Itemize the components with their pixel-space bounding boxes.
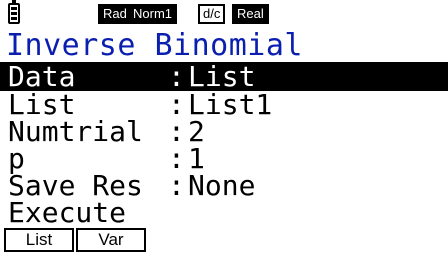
f1-list-button[interactable]: List [4,228,74,252]
setting-row-numtrial[interactable]: Numtrial : 2 [0,117,448,146]
function-key-bar: List Var [0,228,448,254]
calculator-screen: Rad Norm1 d/c Real Inverse Binomial Data… [0,0,448,259]
row-label: Execute [8,196,127,229]
battery-level-bar [11,17,17,20]
f2-var-button[interactable]: Var [76,228,146,252]
battery-icon [8,0,20,24]
page-title: Inverse Binomial [6,28,303,63]
row-value: List [188,60,256,93]
row-separator: : [168,60,185,93]
complex-mode-badge: Real [232,4,269,24]
row-label: Data [8,60,76,93]
display-mode-badge: Norm1 [128,4,178,24]
execute-row[interactable]: Execute [0,198,448,227]
row-value: None [188,169,256,202]
row-separator: : [168,169,185,202]
setting-row-data[interactable]: Data : List [0,62,448,91]
status-bar: Rad Norm1 d/c Real [0,0,448,30]
battery-level-bar [11,12,17,15]
row-label: Numtrial [8,115,143,148]
angle-mode-badge: Rad [98,4,132,24]
battery-level-bar [11,7,17,10]
fraction-mode-badge: d/c [198,4,226,24]
